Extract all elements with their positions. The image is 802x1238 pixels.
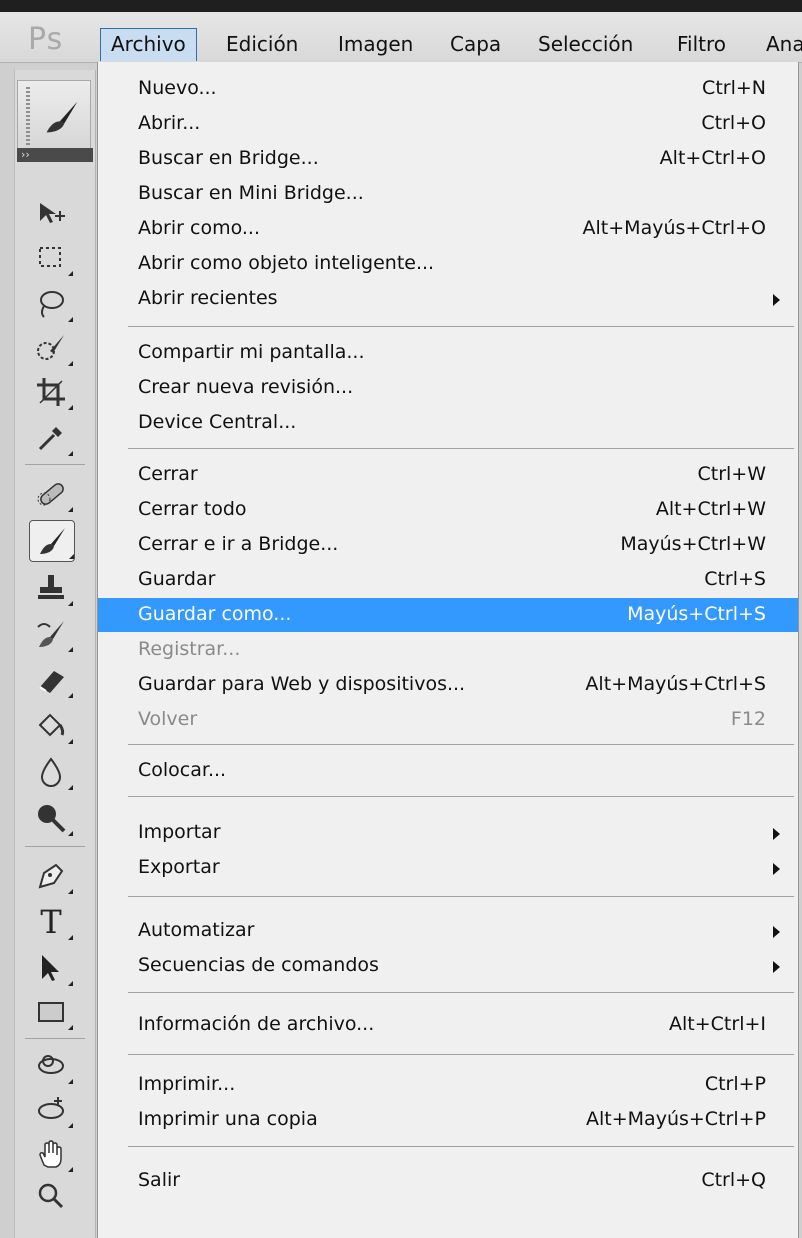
crop-tool-icon[interactable] [29, 372, 73, 412]
paint-bucket-tool-icon[interactable] [29, 706, 73, 746]
hand-tool-icon[interactable] [29, 1134, 73, 1174]
file-menu-dropdown: Nuevo... Ctrl+N Abrir... Ctrl+O Buscar en … [97, 62, 799, 1238]
collapse-bar[interactable]: ›› [17, 148, 93, 162]
menu-item-cerrar[interactable]: Cerrar Ctrl+W [98, 458, 798, 492]
dodge-tool-icon[interactable] [29, 798, 73, 838]
submenu-arrow-icon [773, 926, 780, 938]
marquee-tool-icon[interactable] [29, 238, 73, 278]
menu-item-exportar[interactable]: Exportar [98, 851, 798, 885]
tool-separator [25, 464, 85, 465]
menu-item-nuevo[interactable]: Nuevo... Ctrl+N [98, 72, 798, 106]
menu-item-salir[interactable]: Salir Ctrl+Q [98, 1164, 798, 1198]
menu-separator [128, 1146, 794, 1147]
menu-item-automatizar[interactable]: Automatizar [98, 914, 798, 948]
blur-tool-icon[interactable] [29, 752, 73, 792]
panel-grip[interactable] [26, 87, 30, 145]
spot-healing-tool-icon[interactable] [29, 474, 73, 514]
eyedropper-tool-icon[interactable] [29, 418, 73, 458]
path-selection-tool-icon[interactable] [29, 948, 73, 988]
tools-panel: ›› T [14, 70, 96, 1238]
menu-item-crear-nueva-revision[interactable]: Crear nueva revisión... [98, 371, 798, 405]
menu-item-compartir-mi-pantalla[interactable]: Compartir mi pantalla... [98, 336, 798, 370]
menu-item-device-central[interactable]: Device Central... [98, 406, 798, 440]
rectangle-tool-icon[interactable] [29, 992, 73, 1032]
zoom-tool-icon[interactable] [29, 1176, 73, 1216]
move-tool-icon[interactable] [29, 192, 73, 232]
submenu-arrow-icon [773, 828, 780, 840]
menu-separator [128, 744, 794, 745]
tool-preset-box[interactable] [17, 80, 91, 152]
menu-item-buscar-en-mini-bridge[interactable]: Buscar en Mini Bridge... [98, 177, 798, 211]
menu-filtro[interactable]: Filtro [667, 28, 736, 60]
3d-orbit-tool-icon[interactable] [29, 1090, 73, 1130]
menu-separator [128, 1054, 794, 1055]
brush-preset-icon [46, 101, 78, 133]
menu-item-guardar-como[interactable]: Guardar como... Mayús+Ctrl+S [98, 598, 798, 632]
menu-item-abrir-recientes[interactable]: Abrir recientes [98, 282, 798, 316]
3d-rotate-tool-icon[interactable] [29, 1046, 73, 1086]
submenu-arrow-icon [773, 294, 780, 306]
menu-analisis[interactable]: Ana [756, 28, 802, 60]
eraser-tool-icon[interactable] [29, 660, 73, 700]
menu-item-volver: Volver F12 [138, 708, 766, 730]
menu-item-abrir-como-objeto-inteligente[interactable]: Abrir como objeto inteligente... [98, 247, 798, 281]
menubar: Ps Archivo Edición Imagen Capa Selección… [0, 12, 802, 63]
brush-tool-icon[interactable] [29, 520, 75, 562]
quick-selection-tool-icon[interactable] [29, 328, 73, 368]
menu-separator [128, 448, 794, 449]
photoshop-logo: Ps [28, 22, 64, 57]
menu-item-cerrar-e-ir-a-bridge[interactable]: Cerrar e ir a Bridge... Mayús+Ctrl+W [98, 528, 798, 562]
menu-item-buscar-en-bridge[interactable]: Buscar en Bridge... Alt+Ctrl+O [98, 142, 798, 176]
menu-edicion[interactable]: Edición [216, 28, 308, 60]
menu-item-imprimir[interactable]: Imprimir... Ctrl+P [98, 1068, 798, 1102]
type-tool-icon[interactable]: T [29, 902, 73, 942]
menu-item-abrir-como[interactable]: Abrir como... Alt+Mayús+Ctrl+O [98, 212, 798, 246]
menu-item-secuencias-de-comandos[interactable]: Secuencias de comandos [98, 949, 798, 983]
submenu-arrow-icon [773, 961, 780, 973]
menu-item-importar[interactable]: Importar [98, 816, 798, 850]
menu-imagen[interactable]: Imagen [328, 28, 423, 60]
menu-item-cerrar-todo[interactable]: Cerrar todo Alt+Ctrl+W [98, 493, 798, 527]
tool-separator [25, 1038, 85, 1039]
menu-item-abrir[interactable]: Abrir... Ctrl+O [98, 107, 798, 141]
submenu-arrow-icon [773, 863, 780, 875]
menu-separator [128, 326, 794, 327]
window-top-edge [0, 0, 802, 12]
menu-item-informacion-de-archivo[interactable]: Información de archivo... Alt+Ctrl+I [98, 1008, 798, 1042]
menu-separator [128, 896, 794, 897]
menu-seleccion[interactable]: Selección [528, 28, 643, 60]
menu-separator [128, 992, 794, 993]
menu-separator [128, 796, 794, 797]
lasso-tool-icon[interactable] [29, 284, 73, 324]
menu-item-imprimir-una-copia[interactable]: Imprimir una copia Alt+Mayús+Ctrl+P [98, 1103, 798, 1137]
menu-archivo[interactable]: Archivo [100, 28, 197, 61]
menu-capa[interactable]: Capa [440, 28, 511, 60]
menu-item-registrar: Registrar... [138, 638, 241, 660]
menu-item-colocar[interactable]: Colocar... [98, 754, 798, 788]
history-brush-tool-icon[interactable] [29, 614, 73, 654]
pen-tool-icon[interactable] [29, 856, 73, 896]
menu-item-guardar[interactable]: Guardar Ctrl+S [98, 563, 798, 597]
clone-stamp-tool-icon[interactable] [29, 568, 73, 608]
tool-separator [25, 846, 85, 847]
menu-item-guardar-para-web[interactable]: Guardar para Web y dispositivos... Alt+Ma… [98, 668, 798, 702]
